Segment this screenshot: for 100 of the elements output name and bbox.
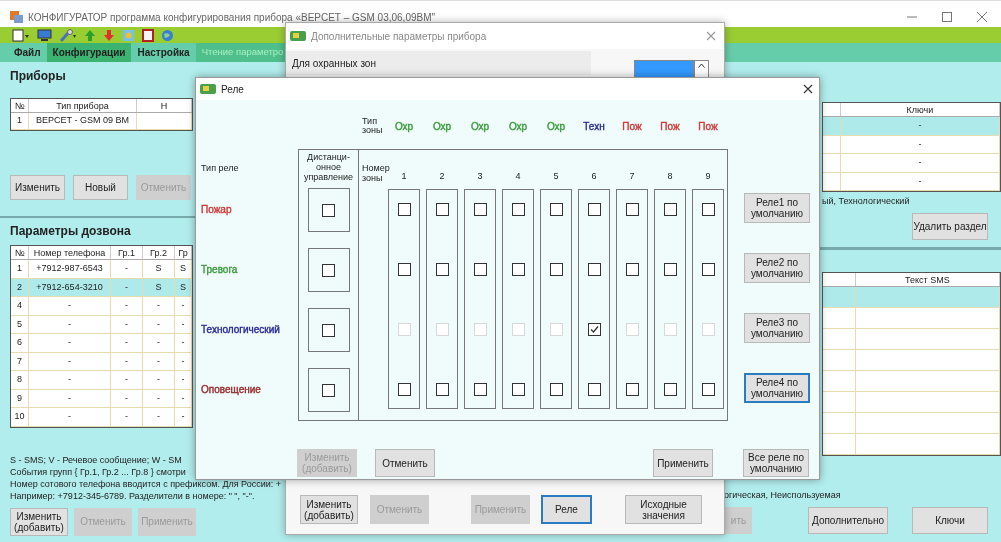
checkbox[interactable] — [701, 383, 715, 396]
checkbox[interactable] — [473, 203, 487, 216]
help-text: События групп { Гр.1, Гр.2 ... Гр.8 } смотри — [10, 465, 186, 478]
table-cell: 9 — [17, 391, 22, 405]
panel-button[interactable]: Дополнительно — [808, 506, 888, 534]
checkbox[interactable] — [625, 203, 639, 216]
table-cell-text: - — [181, 410, 185, 423]
close-icon[interactable] — [803, 84, 813, 94]
table-cell: ВЕРСЕТ - GSM 09 ВМ — [36, 114, 129, 128]
checkbox[interactable] — [663, 203, 677, 216]
spin-field[interactable] — [634, 60, 694, 78]
apply-button[interactable]: Применить — [653, 449, 713, 477]
all-relays-default-button[interactable]: Все реле по умолчанию — [743, 449, 809, 477]
checkbox[interactable] — [701, 203, 715, 216]
checkbox[interactable] — [511, 203, 525, 216]
dialog-button[interactable]: Реле — [541, 495, 592, 524]
dialog-button[interactable]: Исходные значения — [625, 495, 702, 524]
table-cell-text: - — [181, 336, 185, 349]
zone-number-label: Номер зоны — [362, 163, 388, 183]
panel-button[interactable]: Новый — [73, 175, 128, 200]
checkbox[interactable] — [663, 383, 677, 396]
checkbox[interactable] — [587, 263, 601, 276]
cancel-button[interactable]: Отменить — [375, 449, 435, 477]
table-cell: - — [125, 354, 128, 368]
table-cell-text: - — [181, 373, 185, 386]
table-cell-text: - — [125, 299, 128, 312]
table-cell: - — [918, 137, 922, 151]
checkbox[interactable] — [511, 263, 525, 276]
relay-default-button[interactable]: Реле2 по умолчанию — [744, 253, 810, 283]
panel-button[interactable]: Изменить — [10, 175, 65, 200]
checkbox[interactable] — [473, 263, 487, 276]
table-row[interactable]: 1 ВЕРСЕТ - GSM 09 ВМ — [11, 113, 192, 130]
checkbox[interactable] — [322, 323, 335, 337]
table-cell: - — [68, 354, 71, 368]
checkbox[interactable] — [322, 263, 335, 277]
table-cell-text: 6 — [17, 336, 22, 349]
menu-item[interactable]: Файл — [8, 43, 47, 62]
checkbox[interactable] — [625, 383, 639, 396]
checkbox[interactable] — [435, 263, 449, 276]
table-row[interactable]: 8 - - - - — [11, 371, 192, 390]
menu-item[interactable]: Настройка — [131, 43, 196, 62]
panel-button[interactable]: Изменить (добавить) — [10, 507, 68, 536]
checkbox[interactable] — [549, 203, 563, 216]
table-row[interactable]: - — [823, 154, 1000, 173]
table-row[interactable]: 6 - - - - — [11, 334, 192, 353]
table-cell: S — [180, 280, 186, 294]
column-header: Гр.1 — [111, 246, 143, 259]
table-row[interactable]: 4 - - - - — [11, 297, 192, 316]
table-cell: - — [68, 317, 71, 331]
relay-default-button[interactable]: Реле1 по умолчанию — [744, 193, 810, 223]
maximize-icon[interactable] — [942, 12, 952, 22]
checkbox[interactable] — [473, 383, 487, 396]
checkbox[interactable] — [587, 383, 601, 396]
help-text: S - SMS; V - Речевое сообщение; W - SM — [10, 453, 182, 466]
book-icon[interactable] — [142, 28, 154, 42]
monitor-icon[interactable] — [37, 29, 52, 41]
zone-type: Пож — [698, 119, 718, 134]
checkbox[interactable] — [397, 263, 411, 276]
table-cell-text: 4 — [17, 299, 22, 312]
relay-default-button[interactable]: Реле4 по умолчанию — [744, 373, 810, 403]
column-header: Номер телефона — [29, 246, 111, 259]
checkbox[interactable] — [549, 383, 563, 396]
table-row[interactable]: 1 +7912-987-6543 - S S — [11, 260, 192, 279]
wrench-icon[interactable] — [59, 28, 77, 42]
dialog-button[interactable]: Изменить (добавить) — [300, 495, 358, 524]
panel-title: Параметры дозвона — [10, 223, 132, 240]
table-cell: - — [181, 354, 185, 368]
table-row[interactable]: 10 - - - - — [11, 408, 192, 427]
panel-button[interactable]: Ключи — [912, 506, 988, 534]
table-row[interactable]: - — [823, 117, 1000, 136]
checkbox[interactable] — [625, 263, 639, 276]
checkbox[interactable] — [322, 383, 335, 397]
zone-type: Пож — [660, 119, 680, 134]
checkbox[interactable] — [397, 383, 411, 396]
checkbox[interactable] — [587, 203, 601, 216]
table-cell-text: - — [68, 299, 71, 312]
checkbox[interactable] — [435, 203, 449, 216]
relay-type: Тревога — [201, 263, 238, 277]
table-cell: 1 — [17, 114, 22, 128]
delete-section-button[interactable]: Удалить раздел — [912, 212, 988, 240]
relay-default-button[interactable]: Реле3 по умолчанию — [744, 313, 810, 343]
column-header: Н — [137, 99, 192, 112]
relay-type-label: Тип реле — [201, 162, 240, 175]
checkbox[interactable] — [549, 263, 563, 276]
checkbox[interactable] — [663, 263, 677, 276]
checkbox[interactable] — [701, 263, 715, 276]
table-cell-text: - — [157, 410, 160, 423]
checkbox[interactable] — [397, 203, 411, 216]
table-cell-text: - — [157, 373, 160, 386]
table-cell: - — [125, 391, 128, 405]
checkbox[interactable] — [587, 323, 601, 336]
app-icon — [10, 11, 23, 23]
checkbox[interactable] — [435, 383, 449, 396]
document-icon[interactable] — [12, 28, 30, 42]
checkbox[interactable] — [511, 383, 525, 396]
checkbox[interactable] — [322, 203, 335, 217]
zone-types-text: ый, Технологический — [822, 195, 910, 208]
menu-item[interactable]: Конфигурации — [46, 43, 132, 62]
spin-up-button[interactable] — [694, 60, 709, 78]
relay-type: Технологический — [201, 323, 280, 337]
